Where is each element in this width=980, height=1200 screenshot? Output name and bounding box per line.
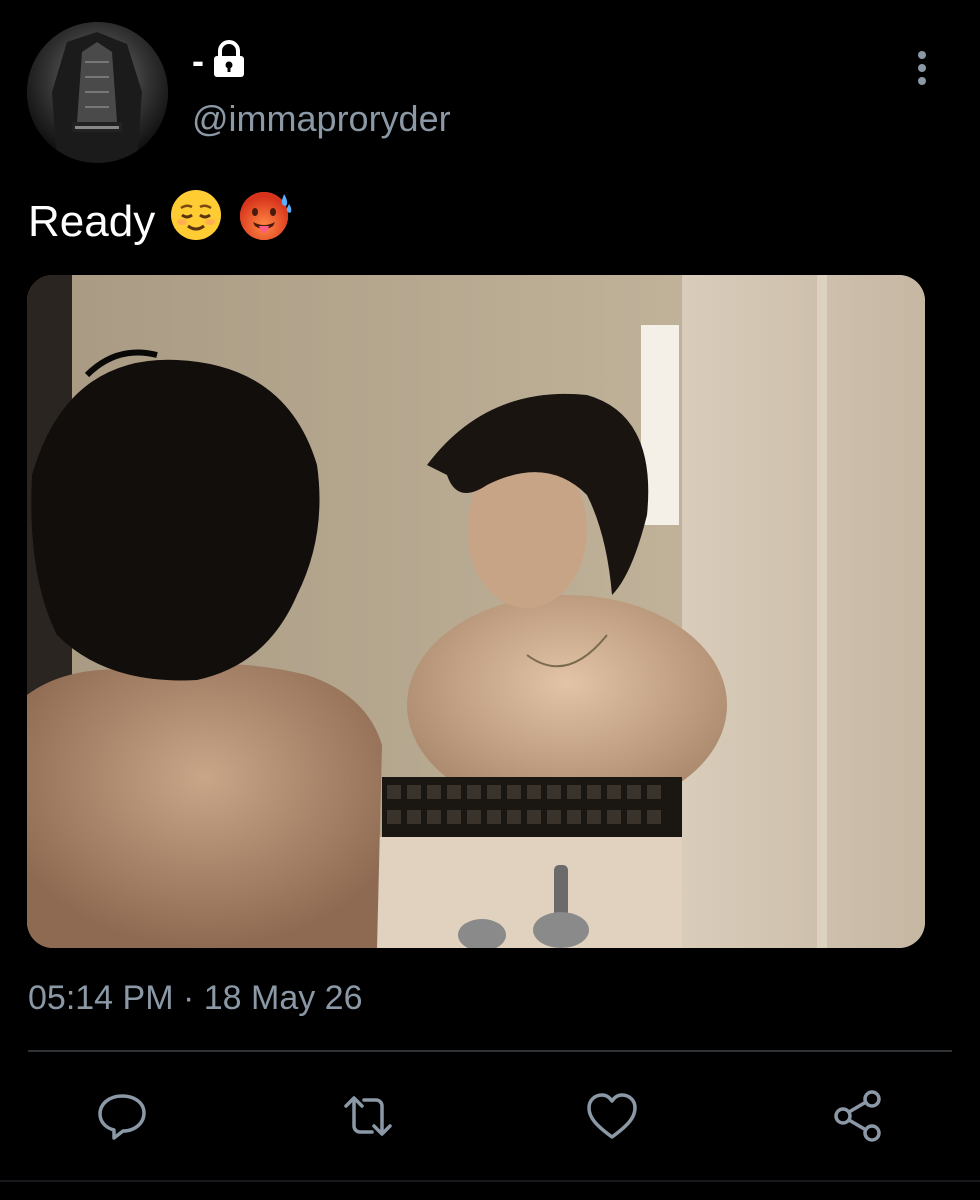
retweet-button[interactable]: [340, 1088, 396, 1144]
share-button[interactable]: [830, 1088, 886, 1144]
tweet-media-photo[interactable]: [27, 275, 925, 948]
display-name-row: -: [192, 36, 246, 86]
bottom-divider: [0, 1180, 980, 1182]
user-handle[interactable]: @immaproryder: [192, 97, 451, 140]
reply-icon: [96, 1090, 148, 1142]
display-name[interactable]: -: [192, 43, 204, 79]
tweet-text-content: Ready: [28, 197, 156, 246]
lock-icon: [212, 39, 246, 83]
more-vertical-icon: [916, 50, 928, 91]
relieved-face-emoji: [169, 188, 223, 256]
tweet-text: Ready: [28, 188, 295, 256]
hot-face-emoji: [237, 188, 295, 256]
like-button[interactable]: [584, 1088, 640, 1144]
tweet-timestamp[interactable]: 05:14 PM · 18 May 26: [28, 978, 363, 1019]
share-icon: [831, 1089, 885, 1143]
avatar[interactable]: [27, 22, 168, 163]
heart-icon: [585, 1091, 639, 1141]
more-options-button[interactable]: [900, 48, 944, 92]
reply-button[interactable]: [94, 1088, 150, 1144]
retweet-icon: [340, 1090, 396, 1142]
divider: [28, 1050, 952, 1052]
